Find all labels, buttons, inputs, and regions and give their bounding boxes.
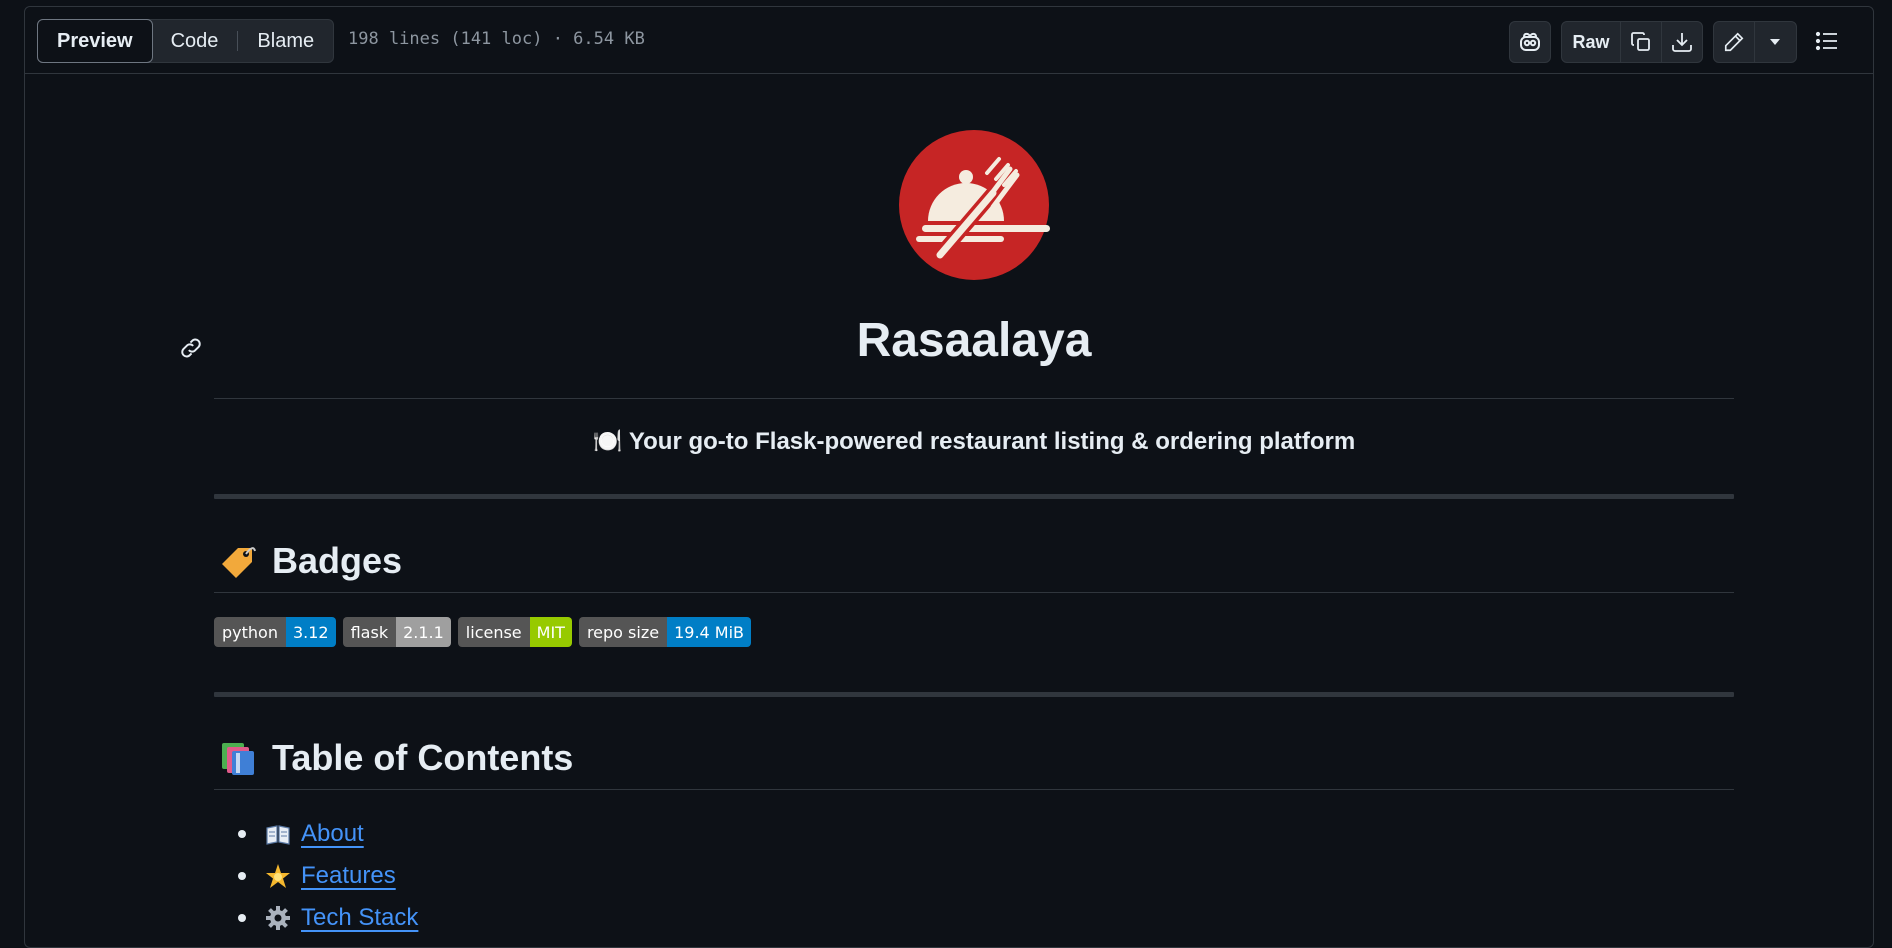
badge-value: 2.1.1 (396, 617, 451, 647)
badge-value: 19.4 MiB (667, 617, 752, 647)
copilot-button[interactable] (1509, 21, 1551, 63)
toc-link-about[interactable]: About (301, 820, 364, 848)
section-divider (214, 692, 1734, 697)
badge-label: repo size (578, 617, 668, 647)
restaurant-cloche-fork-logo (898, 129, 1050, 281)
tag-icon (218, 542, 256, 580)
title-underline (214, 398, 1734, 399)
copy-raw-button[interactable] (1620, 22, 1661, 62)
books-icon (218, 739, 256, 777)
edit-group (1713, 21, 1797, 63)
toc-link-tech-stack[interactable]: Tech Stack (301, 904, 418, 932)
badges-heading-text: Badges (272, 540, 403, 581)
raw-button[interactable]: Raw (1562, 22, 1620, 62)
copilot-icon (1510, 22, 1550, 62)
tab-code[interactable]: Code (152, 20, 238, 62)
file-toolbar: Preview Code Blame 198 lines (141 loc) ·… (25, 7, 1873, 74)
readme-tagline: 🍽️ Your go-to Flask-powered restaurant l… (214, 427, 1734, 456)
open-book-icon (265, 821, 291, 847)
badge-value: MIT (529, 617, 572, 647)
badge-flask[interactable]: flask 2.1.1 (342, 617, 451, 647)
readme-title: Rasaalaya (856, 314, 1092, 367)
list-unordered-icon (1815, 31, 1837, 51)
badges-heading-underline (214, 592, 1734, 593)
plate-emoji: 🍽️ (592, 428, 623, 455)
triangle-down-icon (1770, 39, 1780, 45)
pencil-icon (1724, 32, 1744, 52)
badge-python[interactable]: python 3.12 (214, 617, 336, 647)
badge-repo-size[interactable]: repo size 19.4 MiB (578, 617, 752, 647)
list-item: Features (214, 855, 418, 897)
badge-license[interactable]: license MIT (457, 617, 572, 647)
tagline-text: Your go-to Flask-powered restaurant list… (628, 428, 1356, 455)
badge-label: flask (342, 617, 397, 647)
badge-label: license (457, 617, 530, 647)
copy-icon (1631, 32, 1650, 51)
raw-copy-download-group: Raw (1561, 21, 1703, 63)
section-divider (214, 494, 1734, 499)
badge-row: python 3.12 flask 2.1.1 license MIT repo… (214, 617, 752, 647)
toc-heading: Table of Contents (218, 737, 573, 779)
glowing-star-icon (265, 863, 291, 889)
toc-list: About Features Tech Stack (214, 813, 418, 939)
list-item: About (214, 813, 418, 855)
badge-value: 3.12 (285, 617, 336, 647)
badge-label: python (214, 617, 286, 647)
heading-anchor-link[interactable] (178, 335, 204, 366)
toc-heading-text: Table of Contents (272, 737, 574, 778)
toc-heading-underline (214, 789, 1734, 790)
toc-link-features[interactable]: Features (301, 862, 396, 890)
edit-file-button[interactable] (1714, 22, 1754, 62)
gear-icon (265, 905, 291, 931)
outline-button[interactable] (1807, 21, 1847, 61)
link-icon (181, 338, 201, 358)
tab-preview[interactable]: Preview (37, 19, 153, 63)
file-view-frame: Preview Code Blame 198 lines (141 loc) ·… (24, 6, 1874, 948)
file-meta: 198 lines (141 loc) · 6.54 KB (348, 29, 645, 49)
edit-options-dropdown[interactable] (1754, 22, 1795, 62)
view-mode-switch: Preview Code Blame (37, 19, 335, 63)
tab-blame[interactable]: Blame (238, 20, 333, 62)
download-icon (1672, 33, 1692, 52)
badges-heading: Badges (218, 540, 402, 582)
download-raw-button[interactable] (1661, 22, 1702, 62)
